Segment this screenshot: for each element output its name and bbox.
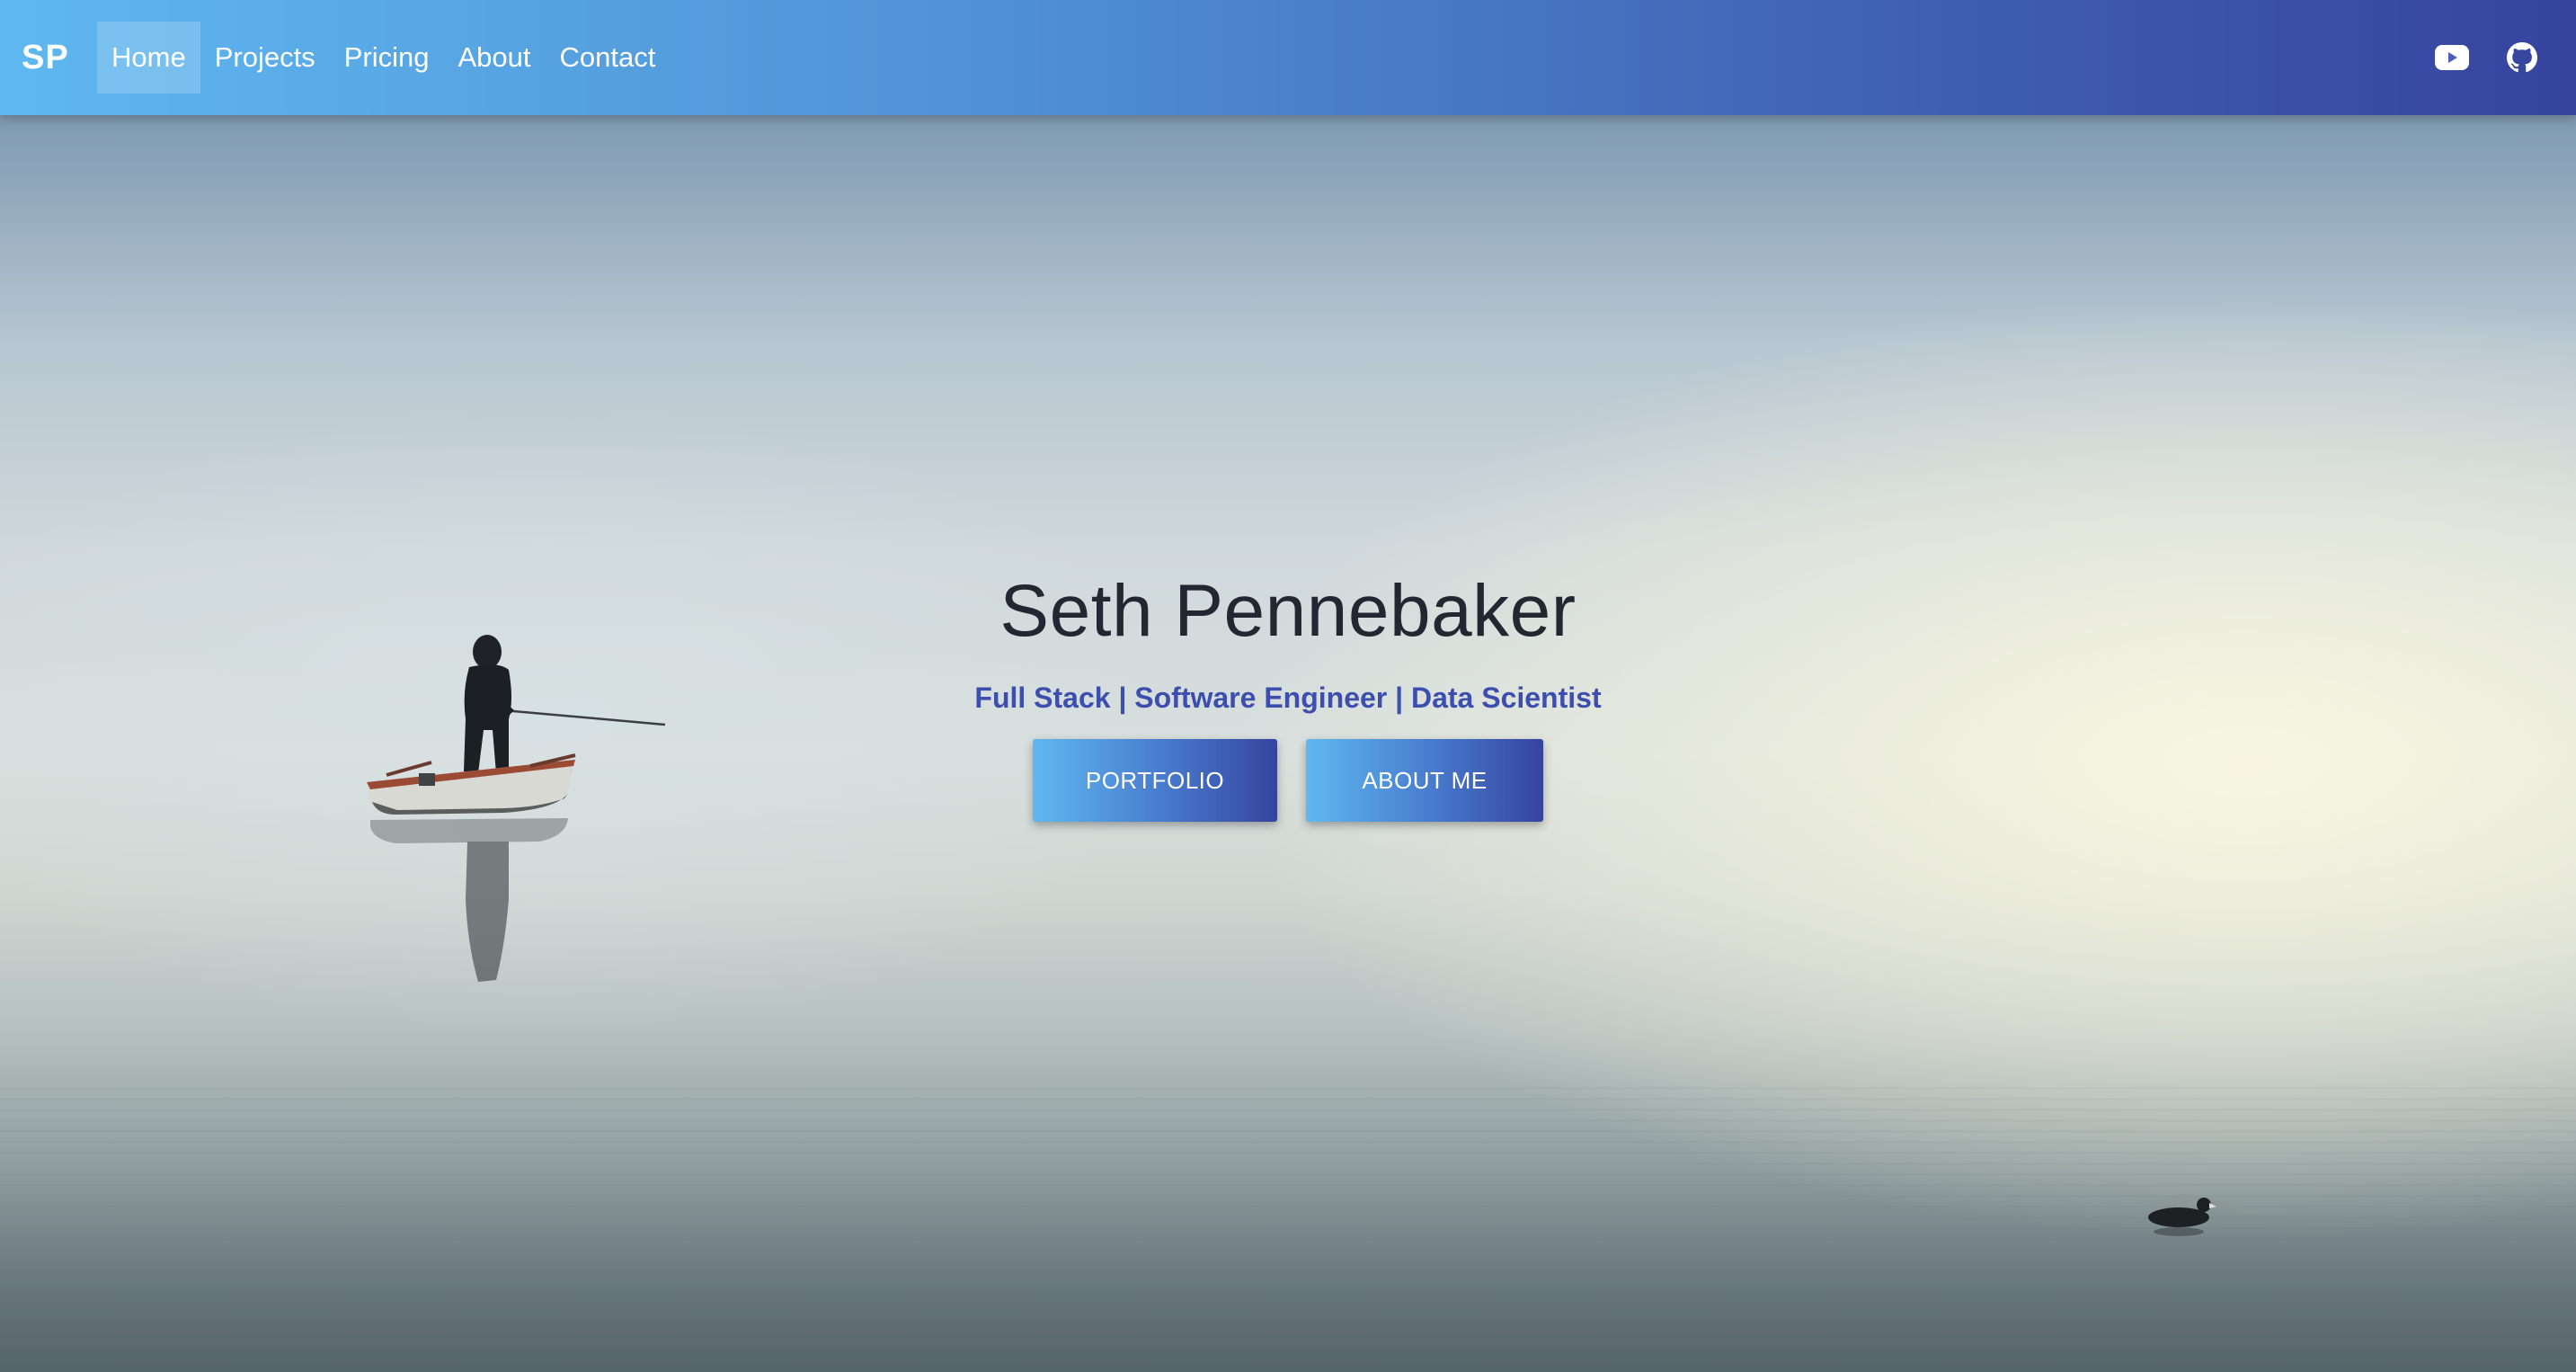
top-navbar: SP Home Projects Pricing About Contact	[0, 0, 2576, 115]
hero-buttons: PORTFOLIO ABOUT ME	[0, 739, 2576, 822]
about-me-button[interactable]: ABOUT ME	[1306, 739, 1543, 822]
hero-subtitle: Full Stack | Software Engineer | Data Sc…	[974, 682, 1602, 714]
hero-section: Seth Pennebaker Full Stack | Software En…	[0, 557, 2576, 822]
nav-links: Home Projects Pricing About Contact	[97, 22, 670, 94]
portfolio-button[interactable]: PORTFOLIO	[1033, 739, 1277, 822]
page: SP Home Projects Pricing About Contact S…	[0, 0, 2576, 1372]
brand-logo[interactable]: SP	[22, 32, 69, 83]
nav-link-contact[interactable]: Contact	[545, 22, 670, 94]
nav-link-home[interactable]: Home	[97, 22, 200, 94]
github-icon[interactable]	[2500, 36, 2544, 79]
duck	[2148, 1194, 2265, 1236]
nav-link-pricing[interactable]: Pricing	[330, 22, 444, 94]
nav-link-about[interactable]: About	[443, 22, 545, 94]
nav-link-projects[interactable]: Projects	[200, 22, 330, 94]
hero-title: Seth Pennebaker	[999, 570, 1577, 652]
youtube-icon[interactable]	[2430, 36, 2474, 79]
social-icons	[2403, 36, 2544, 79]
